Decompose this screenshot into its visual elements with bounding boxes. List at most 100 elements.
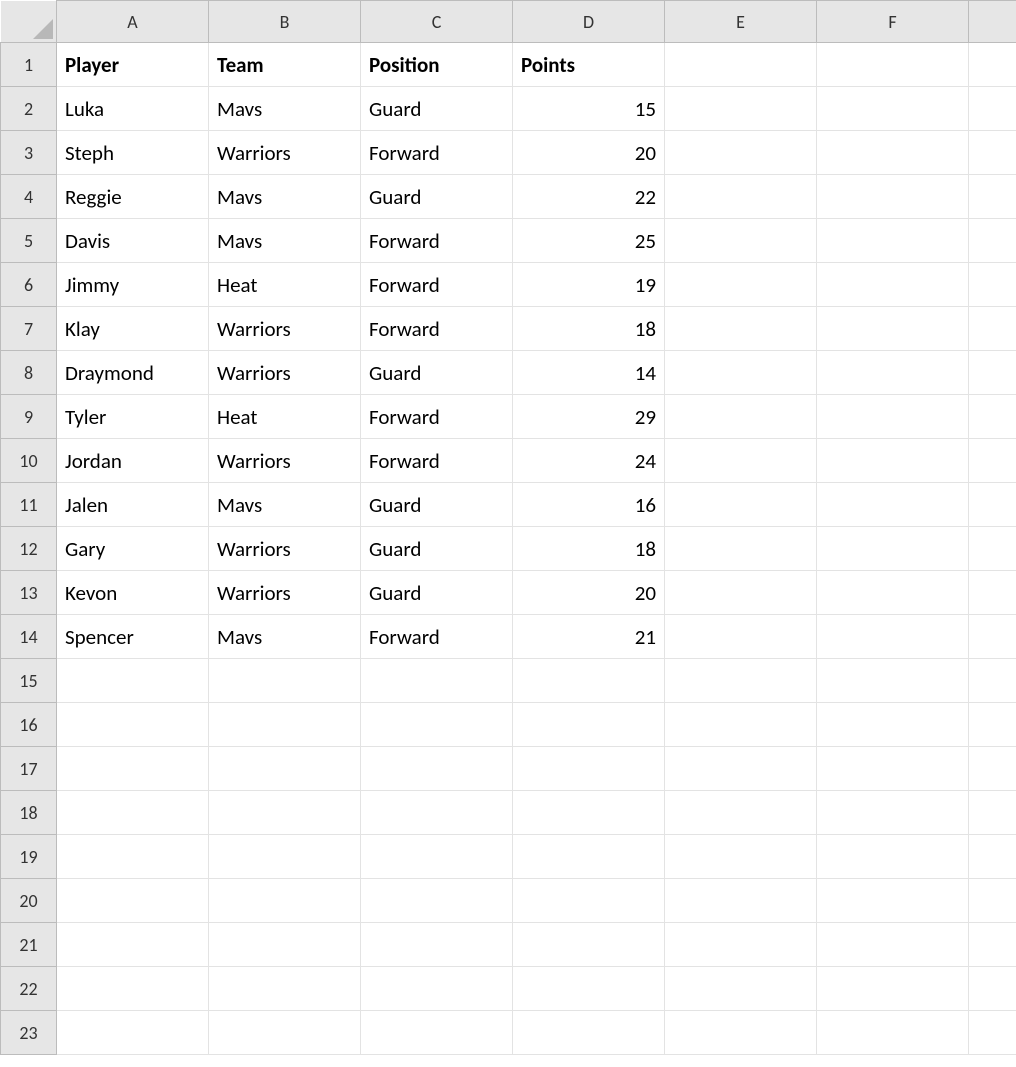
row-header-10[interactable]: 10	[1, 439, 57, 483]
cell-partial-14[interactable]	[969, 615, 1016, 659]
cell-B17[interactable]	[209, 747, 361, 791]
cell-partial-17[interactable]	[969, 747, 1016, 791]
cell-B6[interactable]: Heat	[209, 263, 361, 307]
column-header-A[interactable]: A	[57, 1, 209, 43]
cell-A5[interactable]: Davis	[57, 219, 209, 263]
column-header-B[interactable]: B	[209, 1, 361, 43]
cell-partial-12[interactable]	[969, 527, 1016, 571]
cell-E3[interactable]	[665, 131, 817, 175]
cell-B8[interactable]: Warriors	[209, 351, 361, 395]
cell-D23[interactable]	[513, 1011, 665, 1055]
row-header-20[interactable]: 20	[1, 879, 57, 923]
cell-partial-10[interactable]	[969, 439, 1016, 483]
cell-C5[interactable]: Forward	[361, 219, 513, 263]
cell-D16[interactable]	[513, 703, 665, 747]
cell-D4[interactable]: 22	[513, 175, 665, 219]
cell-B22[interactable]	[209, 967, 361, 1011]
cell-D3[interactable]: 20	[513, 131, 665, 175]
cell-E18[interactable]	[665, 791, 817, 835]
cell-partial-7[interactable]	[969, 307, 1016, 351]
cell-B9[interactable]: Heat	[209, 395, 361, 439]
cell-F14[interactable]	[817, 615, 969, 659]
cell-F17[interactable]	[817, 747, 969, 791]
cell-F10[interactable]	[817, 439, 969, 483]
cell-B7[interactable]: Warriors	[209, 307, 361, 351]
cell-E19[interactable]	[665, 835, 817, 879]
cell-D17[interactable]	[513, 747, 665, 791]
cell-A1[interactable]: Player	[57, 43, 209, 87]
cell-E10[interactable]	[665, 439, 817, 483]
cell-E1[interactable]	[665, 43, 817, 87]
column-header-C[interactable]: C	[361, 1, 513, 43]
cell-C23[interactable]	[361, 1011, 513, 1055]
column-header-D[interactable]: D	[513, 1, 665, 43]
cell-E6[interactable]	[665, 263, 817, 307]
row-header-22[interactable]: 22	[1, 967, 57, 1011]
cell-A2[interactable]: Luka	[57, 87, 209, 131]
cell-partial-15[interactable]	[969, 659, 1016, 703]
cell-C2[interactable]: Guard	[361, 87, 513, 131]
cell-C12[interactable]: Guard	[361, 527, 513, 571]
cell-F15[interactable]	[817, 659, 969, 703]
cell-partial-11[interactable]	[969, 483, 1016, 527]
cell-F22[interactable]	[817, 967, 969, 1011]
cell-E23[interactable]	[665, 1011, 817, 1055]
cell-C22[interactable]	[361, 967, 513, 1011]
cell-A9[interactable]: Tyler	[57, 395, 209, 439]
cell-partial-22[interactable]	[969, 967, 1016, 1011]
cell-C14[interactable]: Forward	[361, 615, 513, 659]
cell-F7[interactable]	[817, 307, 969, 351]
row-header-2[interactable]: 2	[1, 87, 57, 131]
cell-C21[interactable]	[361, 923, 513, 967]
cell-E5[interactable]	[665, 219, 817, 263]
cell-B15[interactable]	[209, 659, 361, 703]
row-header-4[interactable]: 4	[1, 175, 57, 219]
cell-D14[interactable]: 21	[513, 615, 665, 659]
cell-C19[interactable]	[361, 835, 513, 879]
row-header-8[interactable]: 8	[1, 351, 57, 395]
cell-A13[interactable]: Kevon	[57, 571, 209, 615]
cell-E15[interactable]	[665, 659, 817, 703]
cell-B16[interactable]	[209, 703, 361, 747]
cell-D21[interactable]	[513, 923, 665, 967]
cell-partial-18[interactable]	[969, 791, 1016, 835]
cell-A19[interactable]	[57, 835, 209, 879]
cell-B3[interactable]: Warriors	[209, 131, 361, 175]
cell-F2[interactable]	[817, 87, 969, 131]
cell-D10[interactable]: 24	[513, 439, 665, 483]
cell-F20[interactable]	[817, 879, 969, 923]
cell-C9[interactable]: Forward	[361, 395, 513, 439]
cell-D2[interactable]: 15	[513, 87, 665, 131]
row-header-16[interactable]: 16	[1, 703, 57, 747]
row-header-21[interactable]: 21	[1, 923, 57, 967]
column-header-E[interactable]: E	[665, 1, 817, 43]
cell-C17[interactable]	[361, 747, 513, 791]
cell-partial-20[interactable]	[969, 879, 1016, 923]
cell-D1[interactable]: Points	[513, 43, 665, 87]
cell-D18[interactable]	[513, 791, 665, 835]
cell-D19[interactable]	[513, 835, 665, 879]
cell-A3[interactable]: Steph	[57, 131, 209, 175]
cell-partial-16[interactable]	[969, 703, 1016, 747]
cell-B11[interactable]: Mavs	[209, 483, 361, 527]
cell-partial-5[interactable]	[969, 219, 1016, 263]
row-header-19[interactable]: 19	[1, 835, 57, 879]
cell-D12[interactable]: 18	[513, 527, 665, 571]
cell-B18[interactable]	[209, 791, 361, 835]
cell-A4[interactable]: Reggie	[57, 175, 209, 219]
cell-C18[interactable]	[361, 791, 513, 835]
cell-B5[interactable]: Mavs	[209, 219, 361, 263]
row-header-6[interactable]: 6	[1, 263, 57, 307]
row-header-14[interactable]: 14	[1, 615, 57, 659]
row-header-5[interactable]: 5	[1, 219, 57, 263]
row-header-18[interactable]: 18	[1, 791, 57, 835]
cell-E9[interactable]	[665, 395, 817, 439]
cell-A17[interactable]	[57, 747, 209, 791]
cell-B20[interactable]	[209, 879, 361, 923]
cell-partial-2[interactable]	[969, 87, 1016, 131]
row-header-9[interactable]: 9	[1, 395, 57, 439]
cell-A20[interactable]	[57, 879, 209, 923]
cell-E16[interactable]	[665, 703, 817, 747]
cell-D11[interactable]: 16	[513, 483, 665, 527]
cell-B2[interactable]: Mavs	[209, 87, 361, 131]
